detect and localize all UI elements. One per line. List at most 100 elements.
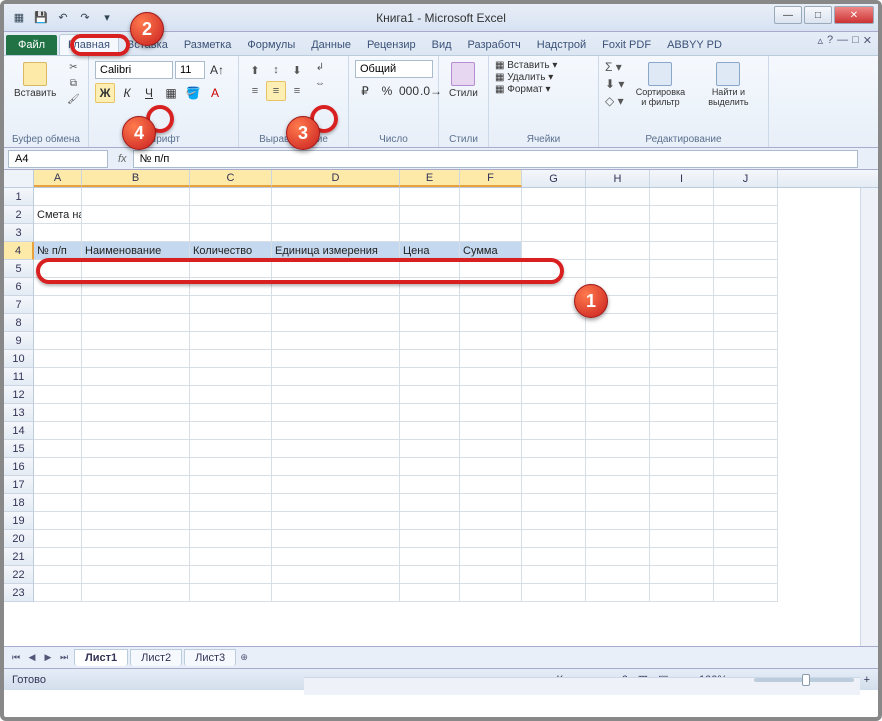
cell-G1[interactable] [522,188,586,206]
cell-A11[interactable] [34,368,82,386]
cell-H4[interactable] [586,242,650,260]
cell-C23[interactable] [190,584,272,602]
cell-G3[interactable] [522,224,586,242]
underline-button[interactable]: Ч [139,83,159,103]
cell-E2[interactable] [400,206,460,224]
fx-icon[interactable]: fx [112,153,133,165]
sheet-nav-last-icon[interactable]: ⏭ [56,650,72,666]
cell-H15[interactable] [586,440,650,458]
cell-I8[interactable] [650,314,714,332]
cell-J12[interactable] [714,386,778,404]
cell-C8[interactable] [190,314,272,332]
row-header-7[interactable]: 7 [4,296,34,314]
cell-C7[interactable] [190,296,272,314]
row-header-11[interactable]: 11 [4,368,34,386]
currency-icon[interactable]: ₽ [355,81,375,101]
cell-D5[interactable] [272,260,400,278]
cell-B20[interactable] [82,530,190,548]
cell-B23[interactable] [82,584,190,602]
cell-D6[interactable] [272,278,400,296]
cell-I11[interactable] [650,368,714,386]
cell-C4[interactable]: Количество [190,242,272,260]
cell-F18[interactable] [460,494,522,512]
cell-B5[interactable] [82,260,190,278]
cell-H9[interactable] [586,332,650,350]
mdi-max-icon[interactable]: □ [852,34,859,47]
cell-B2[interactable] [82,206,190,224]
tab-review[interactable]: Рецензир [359,35,424,55]
bold-button[interactable]: Ж [95,83,115,103]
cell-E6[interactable] [400,278,460,296]
cell-A3[interactable] [34,224,82,242]
cell-I9[interactable] [650,332,714,350]
italic-button[interactable]: К [117,83,137,103]
cell-C11[interactable] [190,368,272,386]
cell-E11[interactable] [400,368,460,386]
row-header-16[interactable]: 16 [4,458,34,476]
cell-I10[interactable] [650,350,714,368]
align-bottom-icon[interactable]: ⬇ [287,60,307,80]
tab-addins[interactable]: Надстрой [529,35,594,55]
number-format-combo[interactable] [355,60,433,78]
cell-B16[interactable] [82,458,190,476]
row-header-14[interactable]: 14 [4,422,34,440]
row-header-20[interactable]: 20 [4,530,34,548]
cell-B10[interactable] [82,350,190,368]
cell-D21[interactable] [272,548,400,566]
tab-view[interactable]: Вид [424,35,460,55]
cell-I18[interactable] [650,494,714,512]
zoom-slider[interactable] [754,678,854,682]
cell-A4[interactable]: № п/п [34,242,82,260]
cell-H13[interactable] [586,404,650,422]
new-sheet-icon[interactable]: ⊕ [236,650,252,666]
cell-C16[interactable] [190,458,272,476]
row-header-13[interactable]: 13 [4,404,34,422]
cell-D11[interactable] [272,368,400,386]
zoom-in-icon[interactable]: + [864,674,870,686]
align-top-icon[interactable]: ⬆ [245,60,265,80]
insert-cells-button[interactable]: ▦ Вставить ▾ [495,60,557,71]
paste-button[interactable]: Вставить [10,60,60,101]
cell-I1[interactable] [650,188,714,206]
cell-C17[interactable] [190,476,272,494]
cell-B12[interactable] [82,386,190,404]
column-header-B[interactable]: B [82,170,190,187]
cell-I6[interactable] [650,278,714,296]
cell-F14[interactable] [460,422,522,440]
cell-D16[interactable] [272,458,400,476]
merge-center-icon[interactable]: ⇔ [311,76,329,90]
cell-A2[interactable]: Смета на работы [34,206,82,224]
worksheet-grid[interactable]: ABCDEFGHIJ 12Смета на работы34№ п/пНаиме… [4,170,878,646]
cell-G9[interactable] [522,332,586,350]
cell-G11[interactable] [522,368,586,386]
cell-I16[interactable] [650,458,714,476]
cell-D9[interactable] [272,332,400,350]
cell-C15[interactable] [190,440,272,458]
cell-I22[interactable] [650,566,714,584]
cell-B1[interactable] [82,188,190,206]
row-header-3[interactable]: 3 [4,224,34,242]
cell-B3[interactable] [82,224,190,242]
cell-E9[interactable] [400,332,460,350]
autosum-icon[interactable]: Σ ▾ [605,60,624,74]
cell-J22[interactable] [714,566,778,584]
cell-I21[interactable] [650,548,714,566]
cell-B15[interactable] [82,440,190,458]
cell-C21[interactable] [190,548,272,566]
sheet-tab-3[interactable]: Лист3 [184,649,236,666]
font-size-combo[interactable] [175,61,205,79]
cell-F11[interactable] [460,368,522,386]
cell-I13[interactable] [650,404,714,422]
tab-developer[interactable]: Разработч [460,35,529,55]
cell-C14[interactable] [190,422,272,440]
delete-cells-button[interactable]: ▦ Удалить ▾ [495,72,553,83]
cell-F12[interactable] [460,386,522,404]
cell-F8[interactable] [460,314,522,332]
cell-H19[interactable] [586,512,650,530]
cell-J5[interactable] [714,260,778,278]
cell-J8[interactable] [714,314,778,332]
cell-H16[interactable] [586,458,650,476]
styles-button[interactable]: Стили [445,60,482,101]
row-header-2[interactable]: 2 [4,206,34,224]
cell-D17[interactable] [272,476,400,494]
